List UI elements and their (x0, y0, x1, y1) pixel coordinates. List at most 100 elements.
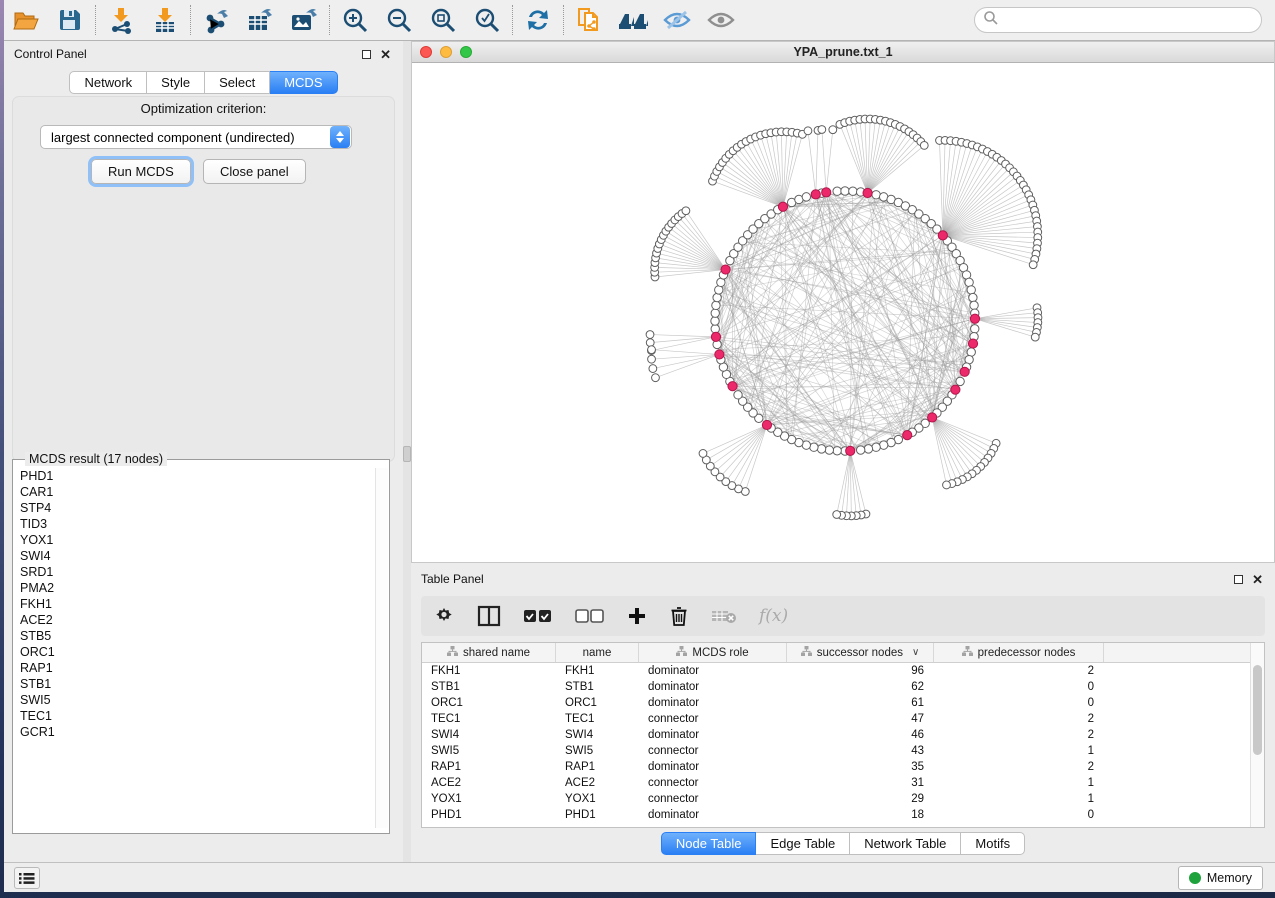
network-node[interactable] (856, 446, 864, 454)
network-node[interactable] (970, 301, 978, 309)
network-node[interactable] (1031, 333, 1039, 341)
network-node[interactable] (956, 377, 964, 385)
mcds-hub-node[interactable] (903, 431, 912, 440)
save-session-button[interactable] (48, 2, 92, 38)
network-node[interactable] (711, 325, 719, 333)
table-cell[interactable]: TEC1 (556, 713, 639, 725)
mcds-hub-node[interactable] (778, 202, 787, 211)
show-graphics-button[interactable] (699, 2, 743, 38)
panel-splitter[interactable] (403, 41, 411, 862)
network-node[interactable] (648, 355, 656, 363)
mcds-hub-node[interactable] (728, 382, 737, 391)
log-console-button[interactable] (14, 867, 40, 889)
column-header-shared-name[interactable]: shared name (422, 643, 556, 662)
mcds-hub-node[interactable] (811, 190, 820, 199)
show-columns-button[interactable] (477, 605, 501, 627)
select-all-button[interactable] (523, 608, 553, 624)
table-cell[interactable]: ACE2 (556, 777, 639, 789)
network-node[interactable] (833, 447, 841, 455)
table-cell[interactable]: 2 (934, 729, 1104, 741)
network-node[interactable] (818, 126, 826, 134)
global-search-field[interactable] (974, 7, 1262, 33)
table-cell[interactable]: 1 (934, 777, 1104, 789)
network-node[interactable] (713, 293, 721, 301)
table-cell[interactable]: 46 (787, 729, 934, 741)
open-file-button[interactable] (4, 2, 48, 38)
network-node[interactable] (841, 187, 849, 195)
close-panel-button[interactable]: Close panel (203, 159, 306, 184)
delete-table-button[interactable] (711, 608, 737, 624)
table-cell[interactable]: ORC1 (556, 697, 639, 709)
network-window-titlebar[interactable]: YPA_prune.txt_1 (412, 42, 1274, 63)
network-node[interactable] (682, 207, 690, 215)
column-header-predecessor-nodes[interactable]: predecessor nodes (934, 643, 1104, 662)
memory-button[interactable]: Memory (1178, 866, 1263, 890)
add-column-button[interactable] (627, 606, 647, 626)
network-node[interactable] (864, 445, 872, 453)
table-cell[interactable]: ORC1 (422, 697, 556, 709)
table-cell[interactable]: connector (639, 793, 787, 805)
mcds-hub-node[interactable] (762, 420, 771, 429)
import-table-button[interactable] (143, 2, 187, 38)
network-node[interactable] (711, 309, 719, 317)
table-cell[interactable]: 61 (787, 697, 934, 709)
table-cell[interactable]: SWI5 (556, 745, 639, 757)
table-row[interactable]: SWI5SWI5connector431 (422, 743, 1250, 759)
mcds-hub-node[interactable] (960, 367, 969, 376)
network-node[interactable] (649, 365, 657, 373)
table-row[interactable]: PHD1PHD1dominator180 (422, 807, 1250, 823)
refresh-view-button[interactable] (516, 2, 560, 38)
table-cell[interactable]: 47 (787, 713, 934, 725)
table-cell[interactable]: RAP1 (556, 761, 639, 773)
table-cell[interactable]: FKH1 (556, 665, 639, 677)
table-cell[interactable]: 0 (934, 697, 1104, 709)
table-cell[interactable]: 29 (787, 793, 934, 805)
zoom-in-button[interactable] (333, 2, 377, 38)
table-cell[interactable]: 0 (934, 809, 1104, 821)
table-cell[interactable]: 43 (787, 745, 934, 757)
network-node[interactable] (804, 127, 812, 135)
tab-select[interactable]: Select (205, 71, 270, 94)
table-cell[interactable]: SWI4 (556, 729, 639, 741)
export-image-button[interactable] (282, 2, 326, 38)
mcds-hub-node[interactable] (951, 385, 960, 394)
scrollbar-thumb[interactable] (1253, 665, 1262, 755)
float-panel-icon[interactable] (1234, 575, 1243, 584)
tab-node-table[interactable]: Node Table (661, 832, 757, 855)
table-cell[interactable]: dominator (639, 729, 787, 741)
copy-style-button[interactable] (567, 2, 611, 38)
table-row[interactable]: YOX1YOX1connector291 (422, 791, 1250, 807)
network-node[interactable] (648, 346, 656, 354)
table-cell[interactable]: FKH1 (422, 665, 556, 677)
export-network-button[interactable] (194, 2, 238, 38)
network-node[interactable] (734, 391, 742, 399)
mcds-hub-node[interactable] (715, 350, 724, 359)
table-cell[interactable]: 0 (934, 681, 1104, 693)
mcds-hub-node[interactable] (711, 332, 720, 341)
tab-mcds[interactable]: MCDS (270, 71, 337, 94)
optimization-criterion-select[interactable]: largest connected component (undirected) (40, 125, 352, 149)
table-cell[interactable]: RAP1 (422, 761, 556, 773)
table-cell[interactable]: connector (639, 745, 787, 757)
network-node[interactable] (646, 331, 654, 339)
table-cell[interactable]: 96 (787, 665, 934, 677)
table-row[interactable]: STB1STB1dominator620 (422, 679, 1250, 695)
table-cell[interactable]: dominator (639, 761, 787, 773)
network-node[interactable] (967, 286, 975, 294)
binoculars-button[interactable] (611, 2, 655, 38)
network-node[interactable] (849, 187, 857, 195)
network-node[interactable] (971, 325, 979, 333)
search-input[interactable] (999, 13, 1261, 27)
tab-edge-table[interactable]: Edge Table (756, 832, 850, 855)
network-node[interactable] (829, 126, 837, 134)
table-cell[interactable]: 1 (934, 793, 1104, 805)
table-cell[interactable]: 35 (787, 761, 934, 773)
table-cell[interactable]: connector (639, 713, 787, 725)
zoom-selected-button[interactable] (465, 2, 509, 38)
table-cell[interactable]: dominator (639, 809, 787, 821)
table-cell[interactable]: 31 (787, 777, 934, 789)
mcds-hub-node[interactable] (968, 339, 977, 348)
table-row[interactable]: TEC1TEC1connector472 (422, 711, 1250, 727)
network-node[interactable] (712, 301, 720, 309)
network-node[interactable] (711, 317, 719, 325)
